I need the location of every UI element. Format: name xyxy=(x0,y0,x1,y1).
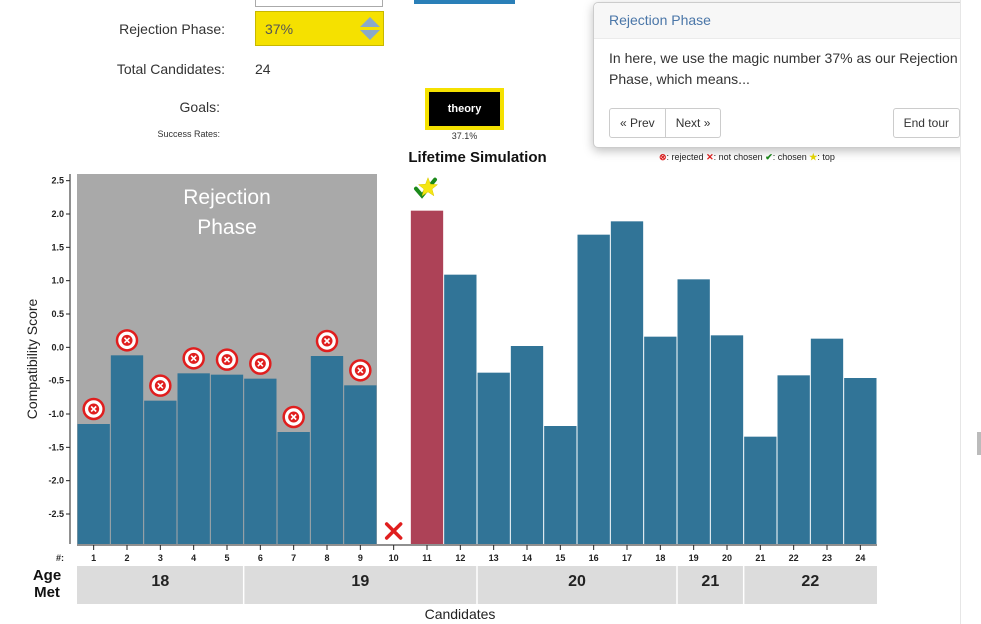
y-tick-label: -0.5 xyxy=(48,376,64,386)
bar-candidate-5 xyxy=(210,374,244,544)
x-tick-label: 18 xyxy=(655,553,665,563)
bar-candidate-20 xyxy=(710,335,744,544)
scrollbar-track[interactable] xyxy=(960,0,981,624)
x-tick-label: 9 xyxy=(358,553,363,563)
bar-candidate-2 xyxy=(110,355,144,544)
y-tick-label: 0.5 xyxy=(51,309,64,319)
y-tick-label: 1.5 xyxy=(51,242,64,252)
bar-candidate-15 xyxy=(544,426,577,544)
bar-candidate-9 xyxy=(344,385,377,544)
x-tick-label: 13 xyxy=(489,553,499,563)
scrollbar-thumb[interactable] xyxy=(977,432,981,455)
x-tick-label: 15 xyxy=(555,553,565,563)
popover-title: Rejection Phase xyxy=(594,3,975,39)
not-chosen-cross-icon xyxy=(384,522,403,540)
bar-candidate-3 xyxy=(144,400,177,544)
bar-candidate-18 xyxy=(644,336,677,544)
x-tick-label: 16 xyxy=(589,553,599,563)
x-tick-label: 5 xyxy=(224,553,229,563)
y-tick-label: -2.0 xyxy=(48,476,64,486)
age-group-22: 22 xyxy=(801,573,819,590)
bar-candidate-8 xyxy=(310,356,344,544)
tour-popover: Rejection Phase In here, we use the magi… xyxy=(593,2,976,148)
x-tick-label: 3 xyxy=(158,553,163,563)
x-tick-label: 14 xyxy=(522,553,532,563)
age-group-19: 19 xyxy=(351,573,369,590)
bar-candidate-16 xyxy=(577,234,610,544)
x-prefix-label: #: xyxy=(56,553,64,563)
bar-candidate-19 xyxy=(677,279,710,544)
y-tick-label: 0.0 xyxy=(51,342,64,352)
y-tick-label: -2.5 xyxy=(48,509,64,519)
x-tick-label: 19 xyxy=(689,553,699,563)
bar-candidate-11 xyxy=(410,210,444,544)
age-label-line2: Met xyxy=(34,584,60,601)
x-tick-label: 17 xyxy=(622,553,632,563)
end-tour-button[interactable]: End tour xyxy=(892,108,960,138)
age-group-18: 18 xyxy=(151,573,169,590)
y-tick-label: -1.5 xyxy=(48,442,64,452)
x-tick-label: 24 xyxy=(855,553,865,563)
x-tick-label: 8 xyxy=(324,553,329,563)
bar-candidate-6 xyxy=(244,378,277,544)
y-axis-label: Compatibility Score xyxy=(24,298,40,419)
x-tick-label: 2 xyxy=(124,553,129,563)
x-tick-label: 22 xyxy=(789,553,799,563)
age-group-20: 20 xyxy=(568,573,586,590)
popover-nav: « Prev Next » xyxy=(609,108,722,138)
age-group-21: 21 xyxy=(701,573,719,590)
x-axis-label: Candidates xyxy=(425,606,496,622)
x-tick-label: 11 xyxy=(422,553,432,563)
bar-candidate-22 xyxy=(777,375,810,544)
x-tick-label: 7 xyxy=(291,553,296,563)
x-tick-label: 10 xyxy=(389,553,399,563)
next-button[interactable]: Next » xyxy=(665,108,722,138)
x-tick-label: 23 xyxy=(822,553,832,563)
x-tick-label: 1 xyxy=(91,553,96,563)
x-tick-label: 21 xyxy=(755,553,765,563)
bar-candidate-12 xyxy=(444,274,477,544)
bar-candidate-4 xyxy=(177,373,210,544)
x-tick-label: 20 xyxy=(722,553,732,563)
y-tick-label: 2.0 xyxy=(51,209,64,219)
bar-candidate-24 xyxy=(844,378,877,544)
y-tick-label: 1.0 xyxy=(51,276,64,286)
bar-candidate-1 xyxy=(77,424,110,544)
bar-candidate-23 xyxy=(810,338,844,544)
y-tick-label: -1.0 xyxy=(48,409,64,419)
prev-button[interactable]: « Prev xyxy=(609,108,666,138)
age-label-line1: Age xyxy=(33,567,61,584)
rejection-phase-label-line2: Phase xyxy=(197,216,257,239)
bar-candidate-14 xyxy=(510,346,544,544)
bar-candidate-17 xyxy=(610,221,644,545)
y-tick-label: 2.5 xyxy=(51,176,64,186)
rejection-phase-label-line1: Rejection xyxy=(183,186,271,209)
x-tick-label: 12 xyxy=(455,553,465,563)
bar-candidate-21 xyxy=(744,436,777,544)
bar-candidate-7 xyxy=(277,432,310,544)
bar-candidate-13 xyxy=(477,372,510,544)
x-tick-label: 6 xyxy=(258,553,263,563)
x-tick-label: 4 xyxy=(191,553,196,563)
popover-body: In here, we use the magic number 37% as … xyxy=(609,50,958,87)
